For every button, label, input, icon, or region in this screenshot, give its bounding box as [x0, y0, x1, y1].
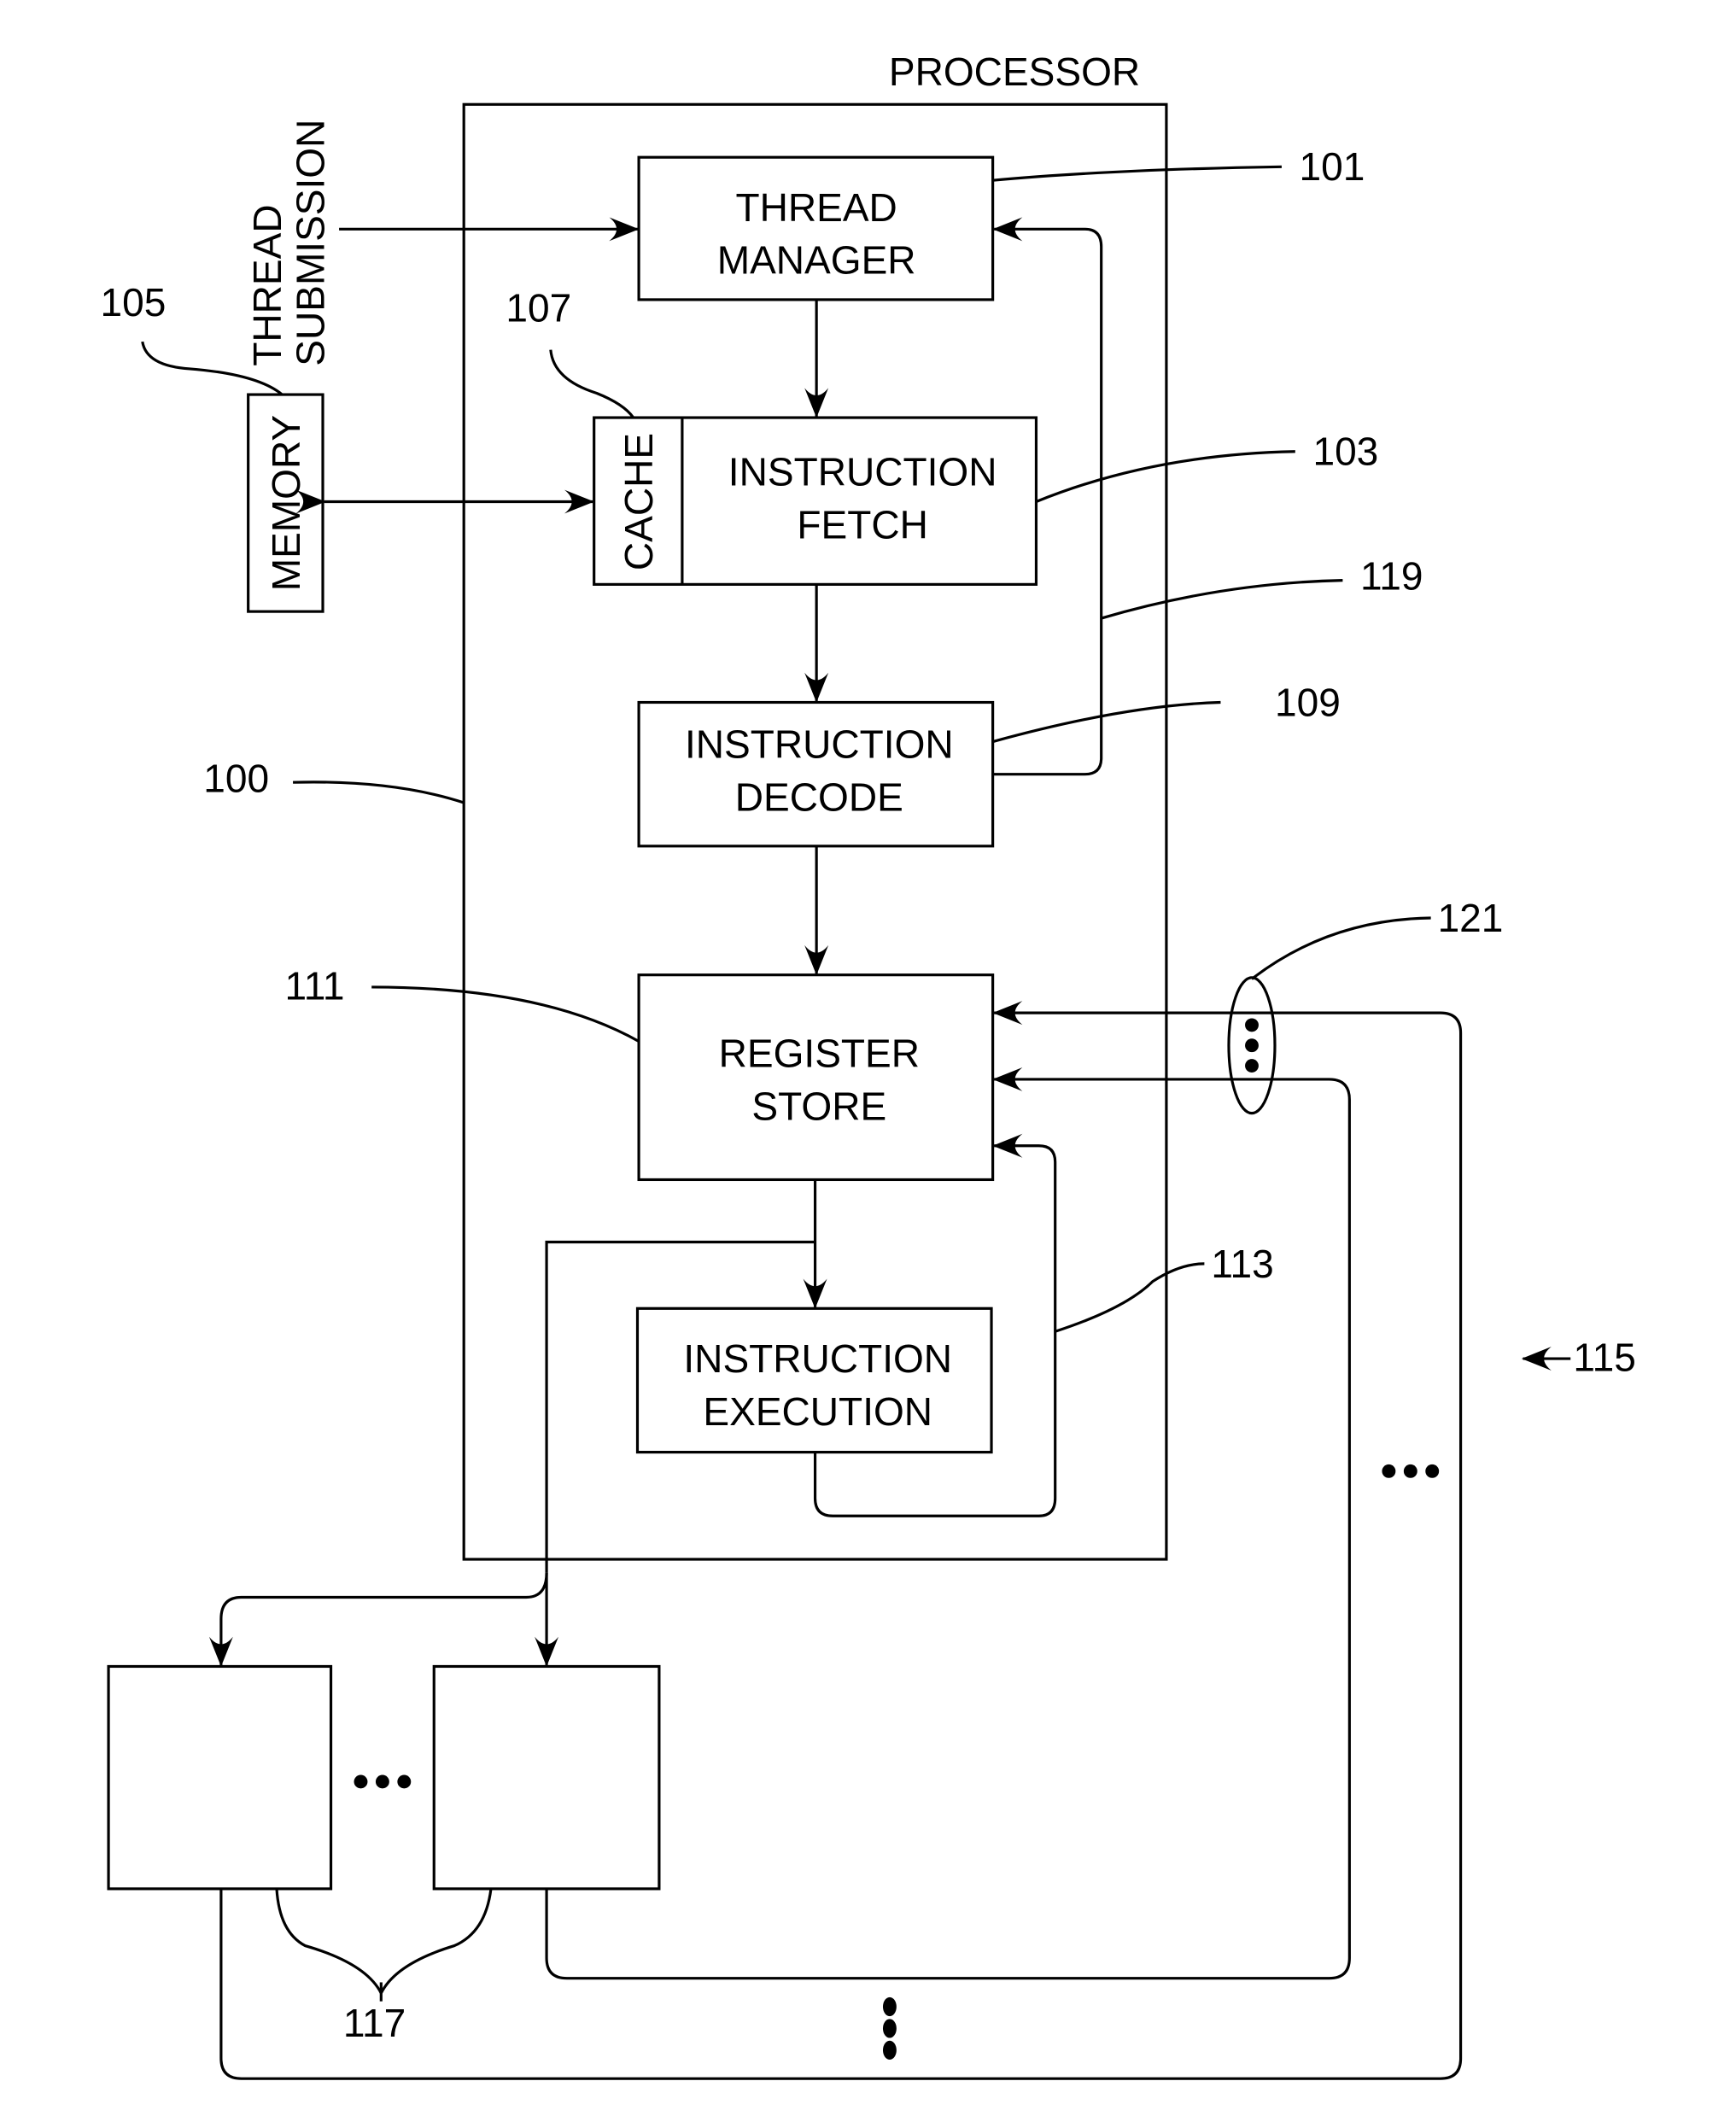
bundle-dot	[1245, 1038, 1259, 1053]
ref-115: 115	[1573, 1335, 1635, 1379]
processor-diagram: PROCESSOR THREAD SUBMISSION THREAD MANAG…	[101, 50, 1636, 2080]
leader-121	[1251, 916, 1431, 980]
instruction-execution-block[interactable]: INSTRUCTION EXECUTION	[635, 1307, 993, 1454]
svg-text:THREAD: THREAD	[245, 204, 289, 365]
branch-to-unit-left	[208, 1572, 548, 1667]
processor-title: PROCESSOR	[889, 50, 1140, 94]
svg-text:EXECUTION: EXECUTION	[703, 1389, 932, 1434]
units-ellipsis	[354, 1774, 412, 1789]
register-store-block[interactable]: REGISTER STORE	[637, 973, 995, 1182]
svg-text:INSTRUCTION: INSTRUCTION	[685, 722, 954, 767]
ref-109: 109	[1275, 680, 1341, 724]
paths-ellipsis-vertical	[882, 1996, 897, 2060]
svg-text:MEMORY: MEMORY	[264, 415, 308, 591]
return-path-inner	[545, 1067, 1351, 1980]
ref-113: 113	[1211, 1242, 1273, 1286]
leader-100	[293, 780, 465, 804]
svg-text:STORE: STORE	[751, 1084, 886, 1129]
leader-101	[992, 165, 1282, 182]
cache-label: CACHE	[617, 433, 661, 570]
leader-113	[1055, 1262, 1205, 1333]
leader-111	[371, 985, 640, 1043]
svg-text:SUBMISSION: SUBMISSION	[289, 120, 333, 366]
ref-105: 105	[101, 280, 167, 324]
svg-text:REGISTER: REGISTER	[719, 1032, 920, 1076]
units-brace	[275, 1888, 493, 1996]
svg-text:MANAGER: MANAGER	[717, 238, 916, 283]
instruction-decode-block[interactable]: INSTRUCTION DECODE	[637, 700, 995, 848]
ref-111: 111	[285, 963, 345, 1008]
svg-text:INSTRUCTION: INSTRUCTION	[683, 1336, 952, 1381]
svg-text:FETCH: FETCH	[797, 502, 928, 547]
leader-109	[992, 700, 1221, 744]
svg-text:INSTRUCTION: INSTRUCTION	[728, 449, 997, 494]
execution-unit-last[interactable]	[432, 1664, 661, 1891]
ref-121: 121	[1438, 896, 1504, 940]
bundle-dot	[1245, 1059, 1259, 1073]
ref-103: 103	[1312, 430, 1378, 474]
leader-119	[1101, 579, 1343, 620]
ref-100: 100	[203, 756, 269, 800]
execution-unit-first[interactable]	[107, 1664, 333, 1891]
svg-text:THREAD: THREAD	[735, 185, 897, 230]
ref-107: 107	[506, 285, 571, 330]
svg-text:DECODE: DECODE	[735, 775, 903, 820]
ref-117: 117	[343, 2001, 406, 2045]
thread-manager-block[interactable]: THREAD MANAGER	[637, 155, 995, 301]
ref-101: 101	[1300, 144, 1365, 189]
paths-ellipsis-horizontal	[1382, 1464, 1440, 1478]
ref-119: 119	[1360, 554, 1423, 599]
leader-107	[549, 349, 635, 419]
thread-submission-label: THREAD SUBMISSION	[245, 120, 333, 366]
bundle-dot	[1245, 1018, 1259, 1032]
memory-block[interactable]: MEMORY	[247, 393, 324, 613]
